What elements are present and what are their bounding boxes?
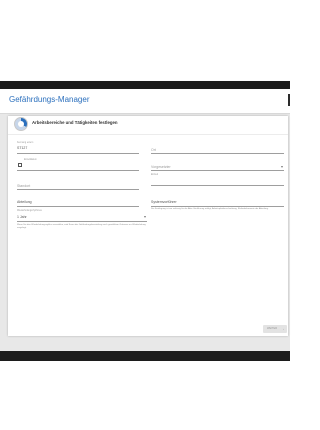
standort-value: Standort	[17, 184, 31, 188]
chevron-down-icon[interactable]	[281, 166, 283, 168]
erstelldatum-underline	[17, 170, 139, 171]
wiederholung-label: Wiederholungsrhythmus	[17, 210, 42, 212]
wiederholung-select[interactable]: Wiederholungsrhythmus 1 Jahr	[17, 210, 147, 222]
kennung-underline	[17, 153, 139, 154]
chevron-right-icon: ›	[283, 327, 284, 331]
abteilung-value: Abteilung	[17, 200, 32, 204]
abteilung-field[interactable]: Abteilung	[17, 195, 139, 207]
ort-value: Ort	[151, 148, 156, 152]
bottom-dark-bar	[0, 351, 290, 361]
einheit-label: Einheit	[151, 174, 159, 176]
kennung-field[interactable]: Kennung extern ST127	[17, 142, 139, 154]
chevron-down-icon[interactable]	[144, 216, 146, 218]
systemvorfuehrer-underline	[151, 206, 284, 207]
erstelldatum-label: Erstelldatum	[24, 159, 37, 161]
ort-field[interactable]: Ort	[151, 142, 284, 154]
einheit-underline	[151, 185, 284, 186]
calendar-icon[interactable]	[18, 163, 22, 167]
vorgesetzter-select[interactable]: Vorgesetzter	[151, 159, 284, 171]
form-card: Arbeitsbereiche und Tätigkeiten festlege…	[8, 116, 288, 336]
ort-underline	[151, 153, 284, 154]
next-button-label: WEITER	[267, 327, 278, 330]
card-header: Arbeitsbereiche und Tätigkeiten festlege…	[8, 116, 288, 135]
erstelldatum-field[interactable]: Erstelldatum	[17, 159, 139, 171]
kennung-value: ST127	[17, 146, 28, 150]
app-header: Gefährdungs-Manager	[0, 89, 290, 114]
next-button[interactable]: WEITER ›	[263, 325, 287, 333]
top-dark-bar	[0, 81, 290, 89]
standort-field[interactable]: Standort	[17, 178, 139, 190]
systemvorfuehrer-hint: Die Festlegung ist nur zulässig für die …	[151, 208, 269, 210]
card-title: Arbeitsbereiche und Tätigkeiten festlege…	[32, 120, 118, 125]
kennung-label: Kennung extern	[17, 142, 34, 144]
header-edge-marker	[288, 94, 290, 106]
systemvorfuehrer-field[interactable]: Systemvorführer	[151, 195, 284, 207]
wiederholung-underline	[17, 221, 147, 222]
app-title: Gefährdungs-Manager	[9, 95, 90, 104]
vorgesetzter-value: Vorgesetzter	[151, 165, 171, 169]
wiederholung-note: Wenn Sie den Wiederholungszyklus auswähl…	[17, 224, 146, 229]
systemvorfuehrer-value: Systemvorführer	[151, 200, 177, 204]
wiederholung-value: 1 Jahr	[17, 215, 27, 219]
progress-ring-icon	[14, 117, 28, 131]
app-screen: Gefährdungs-Manager Arbeitsbereiche und …	[0, 89, 290, 351]
einheit-field[interactable]: Einheit	[151, 174, 284, 186]
abteilung-underline	[17, 206, 139, 207]
vorgesetzter-underline	[151, 170, 284, 171]
standort-underline	[17, 189, 139, 190]
